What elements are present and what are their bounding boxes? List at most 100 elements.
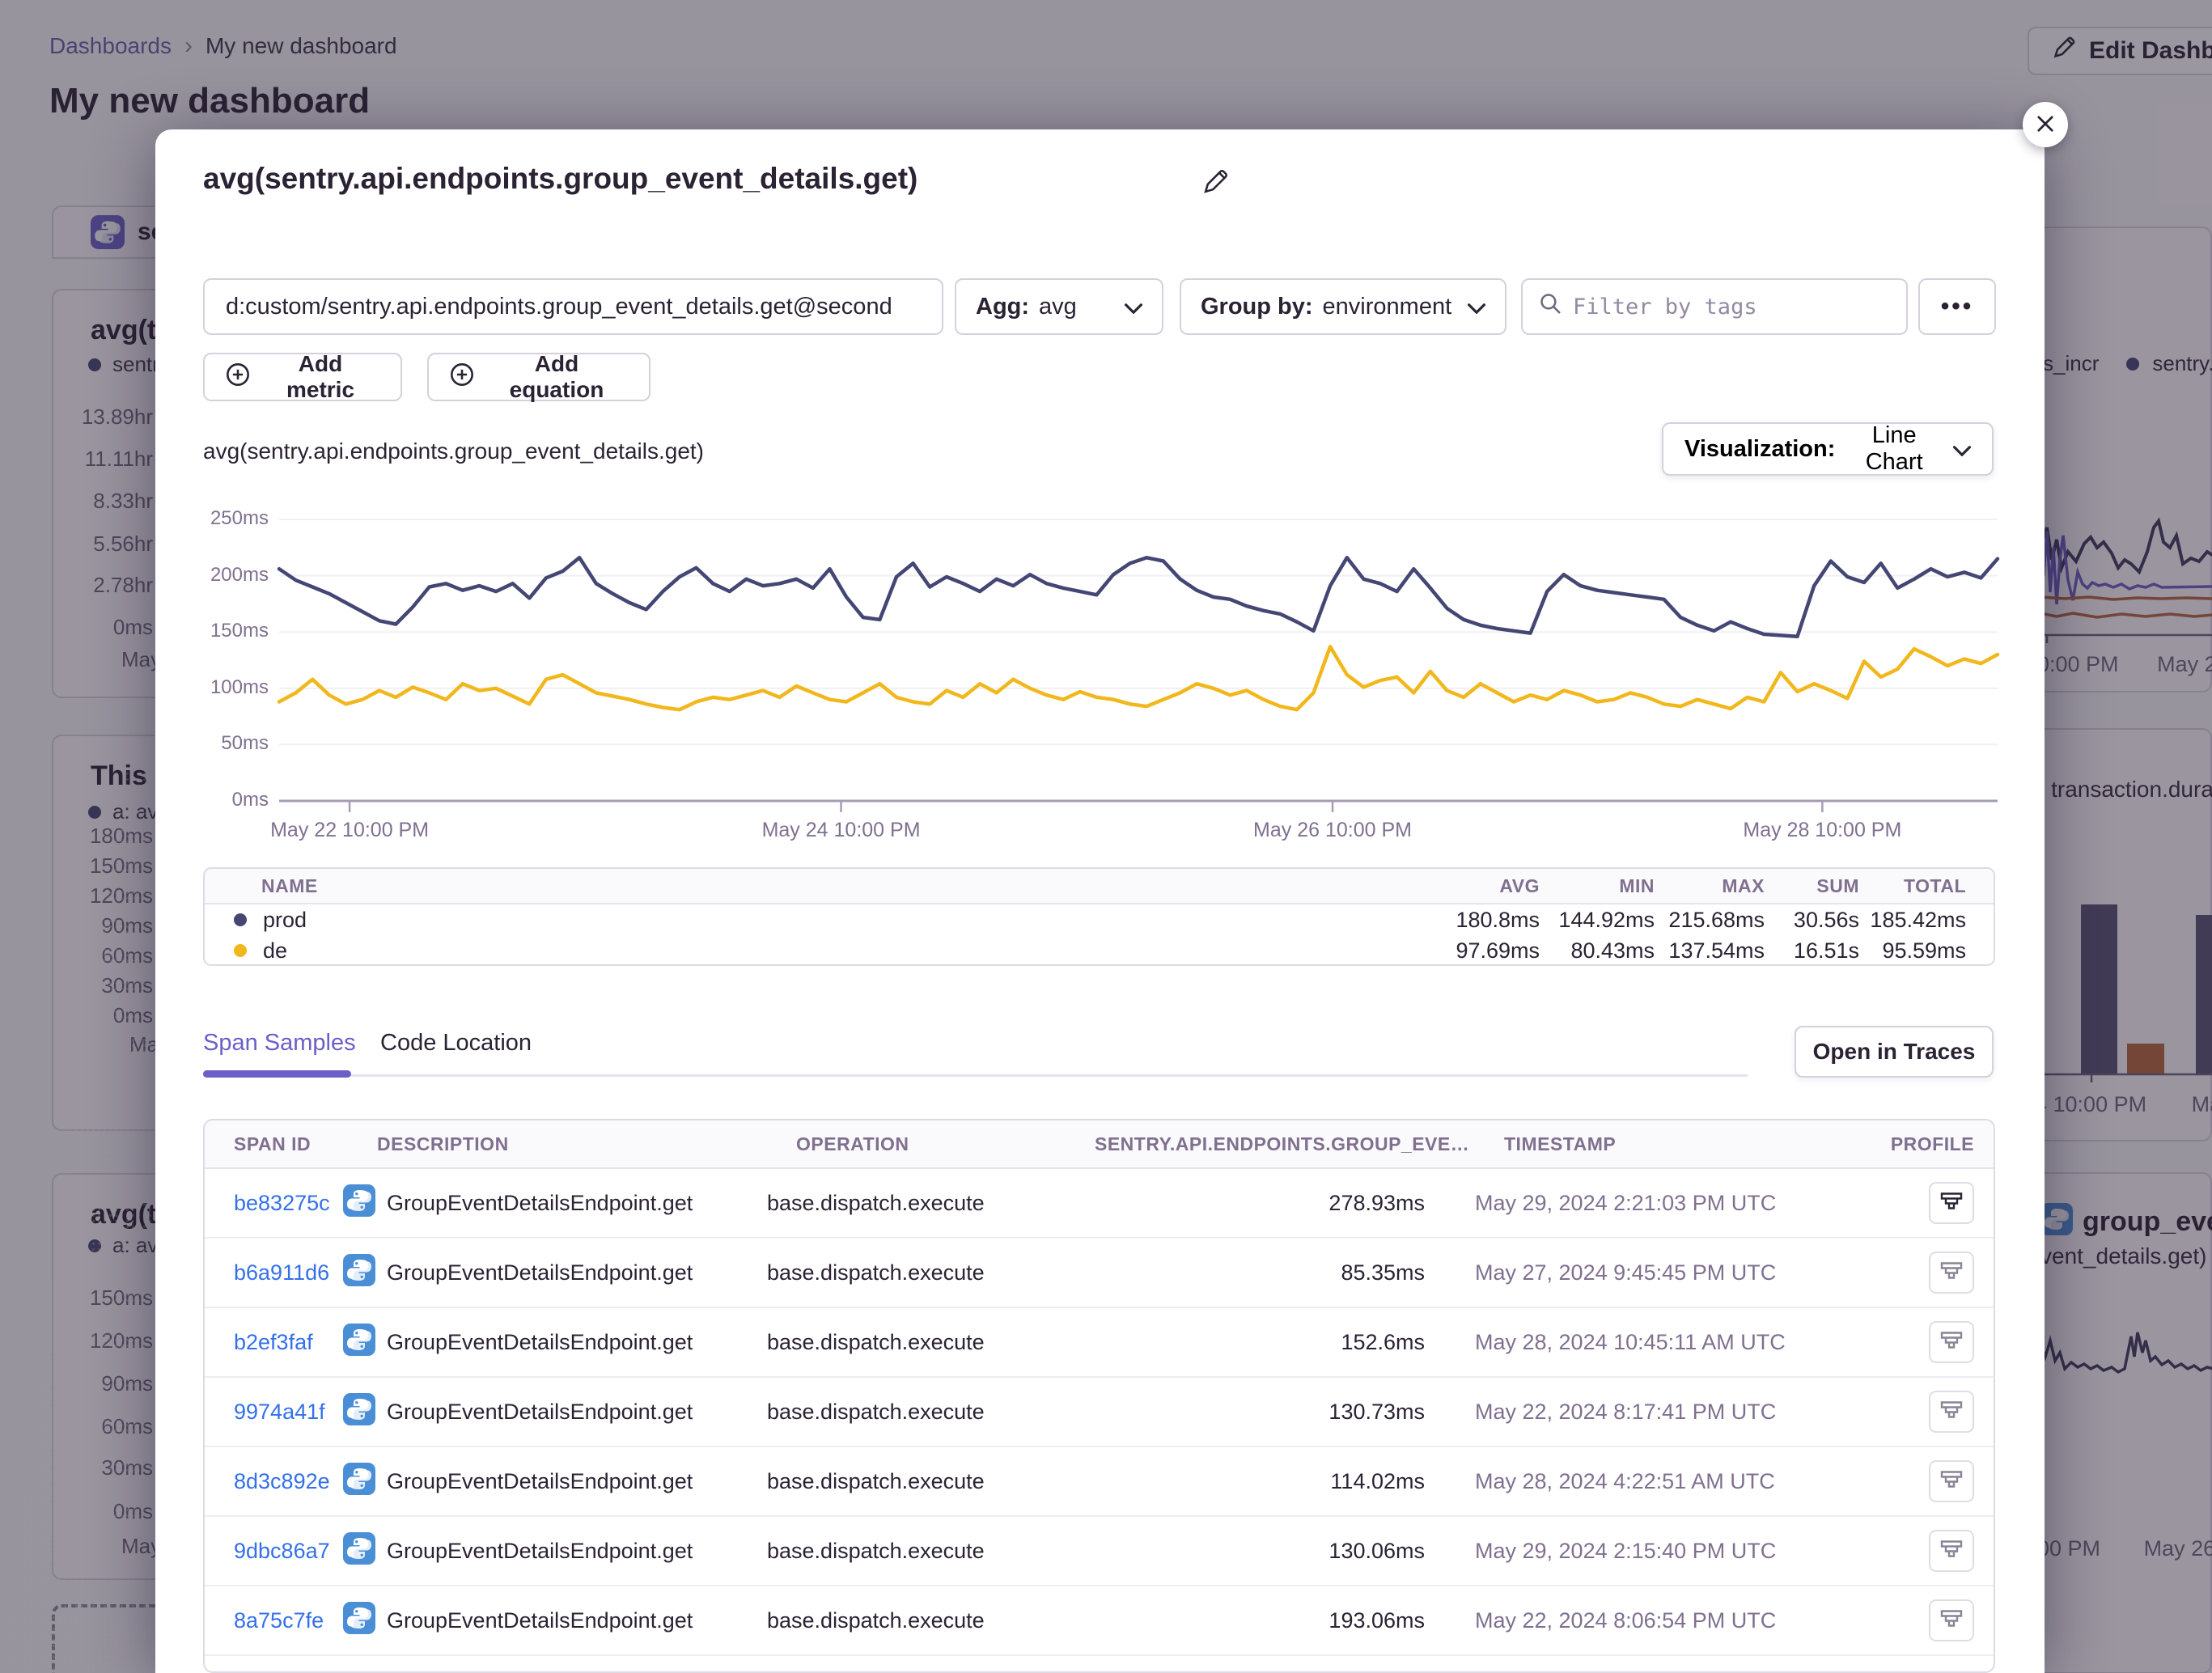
overflow-menu-button[interactable]: ••• bbox=[1918, 278, 1996, 335]
summary-header-max: MAX bbox=[1655, 875, 1765, 897]
tag-filter-field bbox=[1521, 278, 1908, 335]
python-icon bbox=[343, 1463, 375, 1501]
aggregate-value: avg bbox=[1039, 294, 1077, 320]
span-timestamp: May 22, 2024 8:06:54 PM UTC bbox=[1475, 1608, 1799, 1633]
chevron-down-icon bbox=[1953, 436, 1971, 463]
chevron-down-icon bbox=[1468, 294, 1485, 320]
series-color-dot bbox=[234, 913, 247, 926]
header-timestamp: TIMESTAMP bbox=[1504, 1133, 1828, 1155]
view-profile-button[interactable] bbox=[1929, 1599, 1974, 1641]
series-name: prod bbox=[263, 908, 307, 933]
summary-header-name: NAME bbox=[205, 875, 1418, 897]
header-description: DESCRIPTION bbox=[377, 1133, 796, 1155]
axis-tick: 200ms bbox=[155, 564, 269, 587]
span-duration: 193.06ms bbox=[1066, 1608, 1425, 1633]
add-metric-label: Add metric bbox=[261, 351, 379, 403]
span-sample-row[interactable]: b6a911d6 GroupEventDetailsEndpoint.get b… bbox=[205, 1239, 1994, 1308]
span-id-link[interactable]: 8d3c892e bbox=[234, 1469, 330, 1494]
series-max: 137.54ms bbox=[1655, 938, 1765, 964]
span-id-link[interactable]: be83275c bbox=[234, 1191, 330, 1216]
python-icon bbox=[343, 1184, 375, 1222]
span-sample-row[interactable]: 8d3c892e GroupEventDetailsEndpoint.get b… bbox=[205, 1447, 1994, 1517]
span-samples-table: SPAN ID DESCRIPTION OPERATION SENTRY.API… bbox=[203, 1119, 1995, 1673]
summary-header-total: TOTAL bbox=[1859, 875, 1966, 897]
view-profile-button[interactable] bbox=[1929, 1252, 1974, 1294]
axis-tick: May 28 10:00 PM bbox=[1701, 819, 1943, 842]
visualization-value: Line Chart bbox=[1845, 422, 1943, 476]
tab-span-samples[interactable]: Span Samples bbox=[203, 1030, 356, 1057]
main-chart-svg[interactable] bbox=[279, 519, 1998, 812]
span-description: GroupEventDetailsEndpoint.get bbox=[387, 1400, 693, 1425]
span-sample-row[interactable]: be83275c GroupEventDetailsEndpoint.get b… bbox=[205, 1169, 1994, 1239]
modal-title: avg(sentry.api.endpoints.group_event_det… bbox=[203, 162, 917, 196]
span-timestamp: May 29, 2024 2:15:40 PM UTC bbox=[1475, 1539, 1799, 1564]
series-min: 144.92ms bbox=[1540, 908, 1655, 933]
tab-code-location[interactable]: Code Location bbox=[380, 1030, 532, 1057]
profiling-icon bbox=[1939, 1191, 1964, 1215]
open-in-traces-button[interactable]: Open in Traces bbox=[1795, 1026, 1994, 1078]
summary-header-row: NAME AVG MIN MAX SUM TOTAL bbox=[205, 869, 1994, 904]
view-profile-button[interactable] bbox=[1929, 1460, 1974, 1502]
visualization-select[interactable]: Visualization: Line Chart bbox=[1662, 422, 1994, 476]
span-operation: base.dispatch.execute bbox=[767, 1608, 1066, 1633]
plus-circle-icon bbox=[226, 362, 250, 392]
python-icon bbox=[343, 1254, 375, 1292]
summary-row-de[interactable]: de 97.69ms 80.43ms 137.54ms 16.51s 95.59… bbox=[205, 935, 1994, 966]
summary-header-sum: SUM bbox=[1765, 875, 1859, 897]
span-operation: base.dispatch.execute bbox=[767, 1330, 1066, 1355]
view-profile-button[interactable] bbox=[1929, 1530, 1974, 1572]
active-tab-indicator bbox=[203, 1070, 351, 1078]
span-sample-row[interactable]: 8a75c7fe GroupEventDetailsEndpoint.get b… bbox=[205, 1586, 1994, 1656]
add-metric-button[interactable]: Add metric bbox=[203, 353, 402, 401]
span-timestamp: May 29, 2024 2:21:03 PM UTC bbox=[1475, 1191, 1799, 1216]
axis-tick: 150ms bbox=[155, 620, 269, 642]
metric-query-input[interactable]: d:custom/sentry.api.endpoints.group_even… bbox=[203, 278, 943, 335]
plus-circle-icon bbox=[450, 362, 474, 392]
view-profile-button[interactable] bbox=[1929, 1182, 1974, 1224]
tab-track bbox=[203, 1074, 1748, 1077]
span-duration: 152.6ms bbox=[1066, 1330, 1425, 1355]
aggregate-select[interactable]: Agg: avg bbox=[955, 278, 1163, 335]
span-id-link[interactable]: 9974a41f bbox=[234, 1400, 325, 1425]
series-max: 215.68ms bbox=[1655, 908, 1765, 933]
add-equation-button[interactable]: Add equation bbox=[427, 353, 650, 401]
span-description: GroupEventDetailsEndpoint.get bbox=[387, 1608, 693, 1633]
series-min: 80.43ms bbox=[1540, 938, 1655, 964]
series-name: de bbox=[263, 938, 287, 964]
group-by-label: Group by: bbox=[1201, 294, 1313, 320]
header-metric-value: SENTRY.API.ENDPOINTS.GROUP_EVE… bbox=[1095, 1133, 1454, 1155]
visualization-label: Visualization: bbox=[1684, 436, 1835, 463]
span-id-link[interactable]: 9dbc86a7 bbox=[234, 1539, 330, 1564]
span-id-link[interactable]: b2ef3faf bbox=[234, 1330, 313, 1355]
add-equation-label: Add equation bbox=[485, 351, 628, 403]
profiling-icon bbox=[1939, 1539, 1964, 1563]
edit-title-button[interactable] bbox=[1197, 165, 1233, 201]
span-operation: base.dispatch.execute bbox=[767, 1400, 1066, 1425]
summary-row-prod[interactable]: prod 180.8ms 144.92ms 215.68ms 30.56s 18… bbox=[205, 904, 1994, 935]
view-profile-button[interactable] bbox=[1929, 1391, 1974, 1433]
axis-tick: 50ms bbox=[155, 732, 269, 755]
pencil-icon bbox=[1201, 186, 1229, 198]
profiling-icon bbox=[1939, 1260, 1964, 1285]
span-duration: 85.35ms bbox=[1066, 1260, 1425, 1285]
screen: Dashboards › My new dashboard My new das… bbox=[0, 0, 2212, 1673]
span-id-link[interactable]: 8a75c7fe bbox=[234, 1608, 324, 1633]
span-sample-row[interactable]: 9dbc86a7 GroupEventDetailsEndpoint.get b… bbox=[205, 1517, 1994, 1586]
series-total: 185.42ms bbox=[1859, 908, 1966, 933]
span-id-link[interactable]: b6a911d6 bbox=[234, 1260, 329, 1285]
python-icon bbox=[343, 1393, 375, 1431]
span-sample-row[interactable]: 9974a41f GroupEventDetailsEndpoint.get b… bbox=[205, 1378, 1994, 1447]
view-profile-button[interactable] bbox=[1929, 1321, 1974, 1363]
modal-close-button[interactable] bbox=[2023, 102, 2068, 147]
summary-header-avg: AVG bbox=[1418, 875, 1540, 897]
series-avg: 97.69ms bbox=[1418, 938, 1540, 964]
group-by-value: environment bbox=[1323, 294, 1452, 320]
group-by-select[interactable]: Group by: environment bbox=[1180, 278, 1506, 335]
span-sample-row[interactable]: b2ef3faf GroupEventDetailsEndpoint.get b… bbox=[205, 1308, 1994, 1378]
span-duration: 130.06ms bbox=[1066, 1539, 1425, 1564]
tag-filter-input[interactable] bbox=[1573, 294, 1890, 320]
span-timestamp: May 27, 2024 9:45:45 PM UTC bbox=[1475, 1260, 1799, 1285]
summary-header-min: MIN bbox=[1540, 875, 1655, 897]
python-icon bbox=[343, 1532, 375, 1570]
axis-tick: May 26 10:00 PM bbox=[1211, 819, 1454, 842]
